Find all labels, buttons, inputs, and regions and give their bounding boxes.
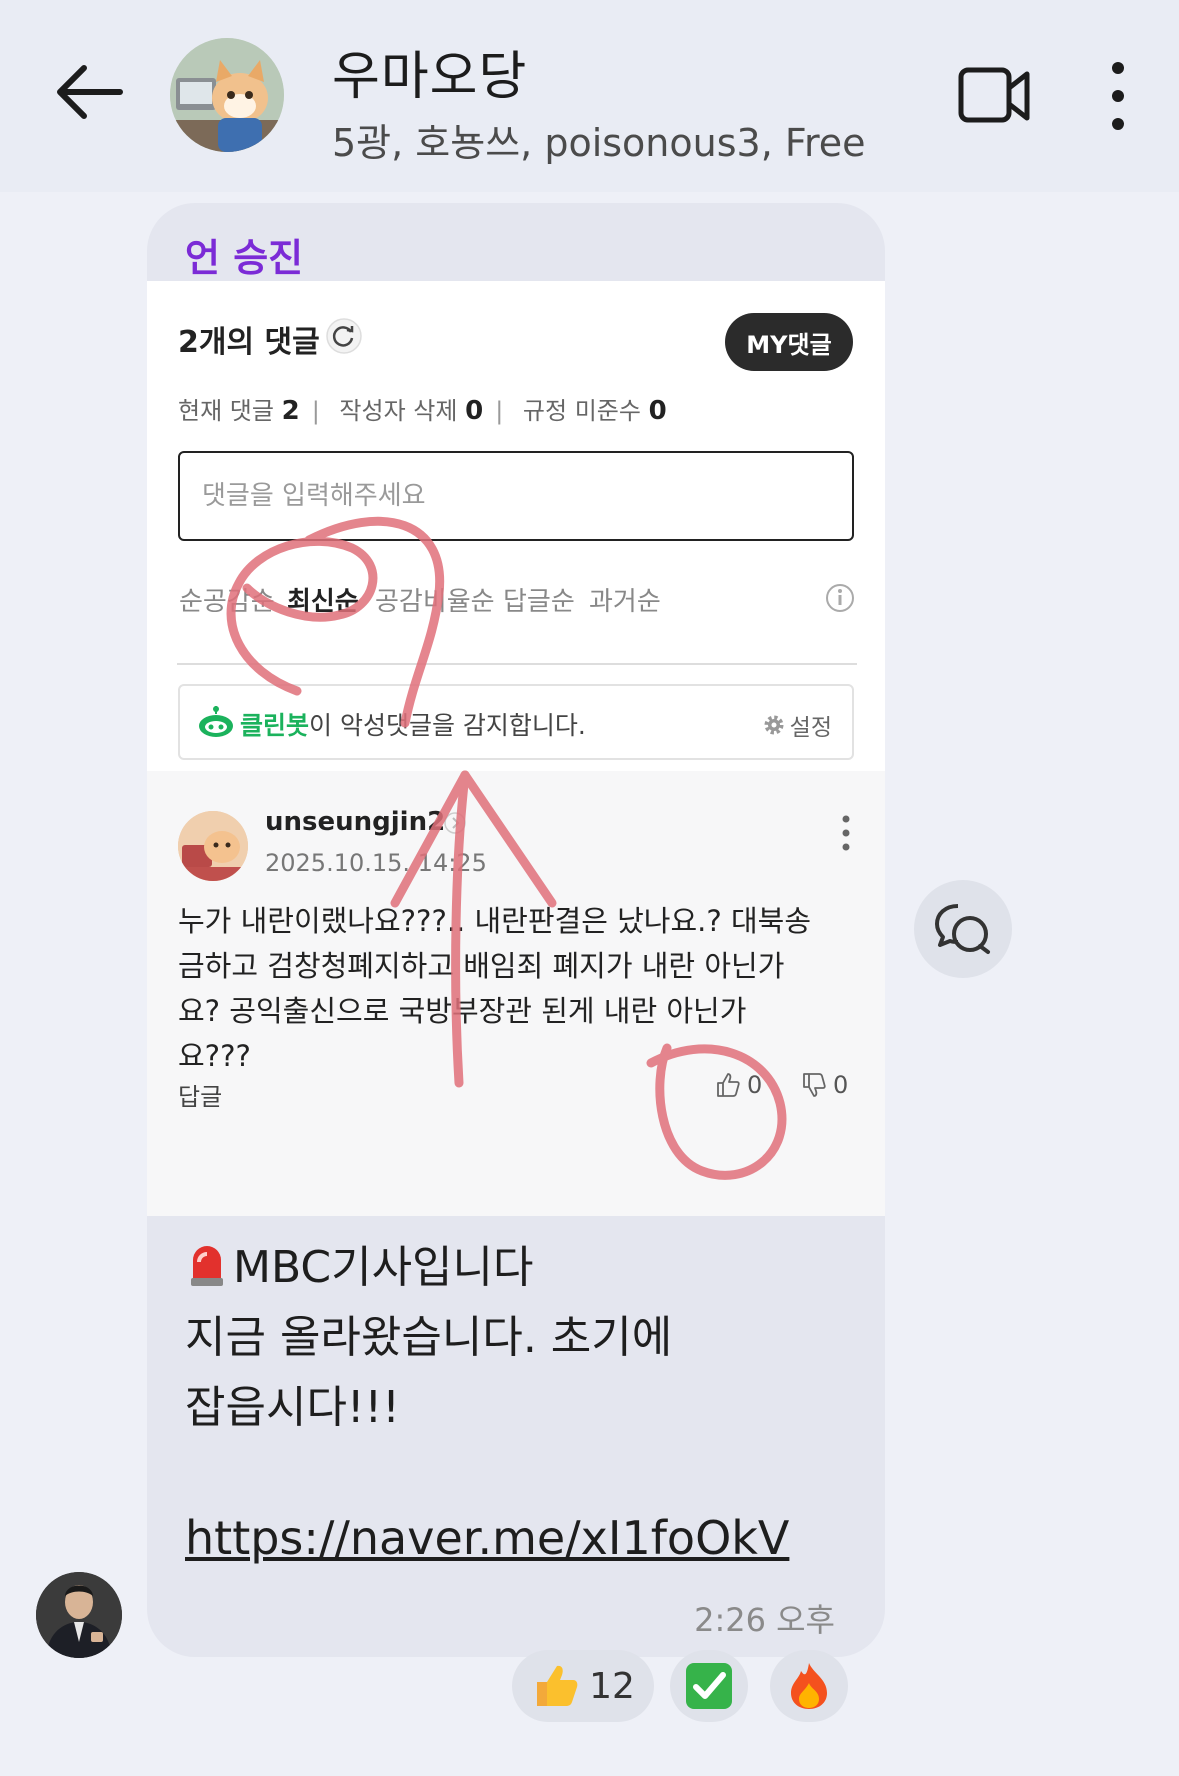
more-options-button[interactable]	[1100, 58, 1136, 134]
commenter-avatar[interactable]	[178, 811, 248, 881]
siren-icon	[191, 1246, 223, 1286]
divider	[177, 663, 857, 665]
kebab-menu-icon	[1112, 62, 1124, 130]
deleted-label: 작성자 삭제	[339, 397, 458, 425]
reaction-check[interactable]	[670, 1650, 748, 1722]
message-line-2: 지금 올라왔습니다. 초기에	[185, 1312, 673, 1363]
tab-sympathy-ratio[interactable]: 공감비율순	[375, 581, 495, 618]
chat-bubbles-icon	[935, 904, 990, 954]
fire-icon	[791, 1663, 827, 1709]
comment-stats: 현재 댓글 2 | 작성자 삭제 0 | 규정 미준수 0	[178, 396, 667, 426]
thread-reply-button[interactable]	[914, 880, 1012, 978]
commenter-username[interactable]: unseungjin2	[265, 807, 445, 837]
refresh-icon	[326, 318, 362, 354]
cleanbot-message: 이 악성댓글을 감지합니다.	[309, 711, 586, 740]
video-call-button[interactable]	[958, 60, 1030, 132]
chat-header: 우마오당 5광, 호뇽쓰, poisonous3, Free	[0, 0, 1179, 192]
settings-label: 설정	[789, 715, 832, 741]
tab-sympathy[interactable]: 순공감순	[179, 581, 275, 618]
robot-icon	[199, 706, 233, 737]
thumbs-down-icon	[803, 1073, 826, 1097]
dislike-count: 0	[833, 1071, 849, 1099]
video-camera-icon	[958, 67, 1030, 123]
comment-more-icon[interactable]	[839, 813, 853, 853]
tab-oldest[interactable]: 과거순	[589, 581, 661, 618]
dislike-button[interactable]: 0	[801, 1071, 848, 1099]
chat-title: 우마오당	[332, 47, 528, 107]
comment-body: 누가 내란이랬나요???.. 내란판결은 났나요.? 대북송금하고 검창청폐지하…	[178, 904, 812, 1073]
message-line-3: 잡읍시다!!!	[185, 1382, 400, 1433]
cleanbot-banner: 클린봇이 악성댓글을 감지합니다. 설정	[178, 684, 854, 760]
reaction-thumbs-up[interactable]: 12	[512, 1650, 654, 1722]
message-link[interactable]: https://naver.me/xI1foOkV	[185, 1511, 789, 1565]
like-button[interactable]: 0	[715, 1071, 762, 1099]
current-comments-label: 현재 댓글	[178, 397, 274, 425]
deleted-value: 0	[465, 396, 484, 426]
sender-avatar[interactable]	[36, 1572, 122, 1658]
shared-screenshot[interactable]: 2개의 댓글 MY댓글 현재 댓글 2 | 작성자 삭제 0 | 규정 미준수 0 …	[147, 281, 885, 1216]
violation-value: 0	[648, 396, 667, 426]
tab-latest[interactable]: 최신순	[287, 581, 359, 618]
like-count: 0	[747, 1071, 763, 1099]
info-icon[interactable]	[825, 583, 855, 613]
thumbs-up-count: 12	[589, 1665, 635, 1707]
check-mark-icon	[686, 1663, 732, 1709]
message-text: MBC기사입니다 지금 올라왔습니다. 초기에 잡읍시다!!!	[185, 1233, 672, 1443]
thumbs-up-icon	[717, 1073, 740, 1097]
thumbs-up-icon	[537, 1665, 578, 1706]
tab-replies[interactable]: 답글순	[503, 581, 575, 618]
cleanbot-text: 클린봇이 악성댓글을 감지합니다.	[240, 706, 586, 742]
cleanbot-brand: 클린봇	[240, 711, 310, 740]
my-comments-button[interactable]: MY댓글	[725, 313, 853, 371]
message-bubble[interactable]: 언 승진 2개의 댓글 MY댓글 현재 댓글 2 | 작성자 삭제 0 | 규정 미…	[147, 203, 885, 1657]
gear-icon	[764, 715, 784, 735]
chat-members: 5광, 호뇽쓰, poisonous3, Free	[332, 121, 866, 165]
sender-name: 언 승진	[185, 236, 304, 280]
message-line-1: MBC기사입니다	[185, 1233, 672, 1303]
reaction-fire[interactable]	[770, 1650, 848, 1722]
back-button[interactable]	[48, 52, 128, 132]
comment-count-title: 2개의 댓글	[178, 325, 320, 360]
sort-tabs: 순공감순 최신순 공감비율순 답글순 과거순	[179, 581, 855, 641]
violation-label: 규정 미준수	[522, 397, 641, 425]
comment-item: unseungjin2 2025.10.15. 14:25 누가 내란이랬나요?…	[147, 771, 885, 1216]
reply-button[interactable]: 답글	[178, 1077, 222, 1112]
message-time: 2:26 오후	[694, 1601, 835, 1639]
settings-button[interactable]: 설정	[762, 708, 832, 742]
comment-date: 2025.10.15. 14:25	[265, 849, 487, 877]
arrow-left-icon	[57, 65, 123, 119]
current-comments-value: 2	[281, 396, 300, 426]
group-avatar[interactable]	[170, 38, 284, 152]
comment-input[interactable]: 댓글을 입력해주세요	[178, 451, 854, 541]
chevron-right-icon[interactable]	[443, 811, 467, 835]
